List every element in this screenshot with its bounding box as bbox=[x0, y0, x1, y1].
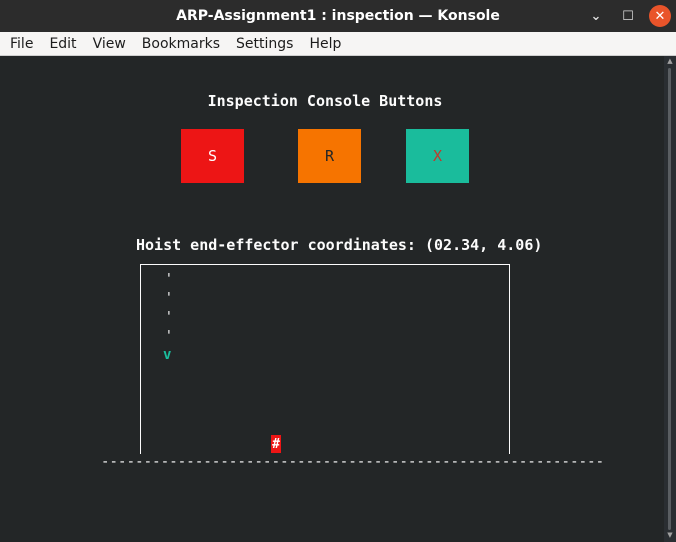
hoist-load: # bbox=[271, 435, 281, 453]
vertical-scrollbar[interactable]: ▲ ▼ bbox=[664, 56, 676, 542]
hoist-workspace: ' ' ' ' v # bbox=[140, 264, 510, 454]
inspection-heading: Inspection Console Buttons bbox=[207, 92, 443, 110]
minimize-button[interactable]: ⌄ bbox=[580, 0, 612, 32]
scroll-down-icon[interactable]: ▼ bbox=[664, 530, 676, 540]
window-controls: ⌄ ☐ ✕ bbox=[580, 0, 676, 32]
stop-button-label: S bbox=[207, 147, 218, 165]
menu-bookmarks[interactable]: Bookmarks bbox=[134, 36, 228, 52]
menu-help[interactable]: Help bbox=[301, 36, 349, 52]
menu-settings[interactable]: Settings bbox=[228, 36, 301, 52]
menu-bar: File Edit View Bookmarks Settings Help bbox=[0, 32, 676, 56]
coordinates-label: Hoist end-effector coordinates: bbox=[136, 236, 425, 254]
scroll-up-icon[interactable]: ▲ bbox=[664, 56, 676, 66]
maximize-icon: ☐ bbox=[622, 8, 634, 24]
reset-button[interactable]: R bbox=[298, 129, 361, 183]
stop-button[interactable]: S bbox=[181, 129, 244, 183]
menu-file[interactable]: File bbox=[2, 36, 41, 52]
maximize-button[interactable]: ☐ bbox=[612, 0, 644, 32]
minimize-icon: ⌄ bbox=[590, 8, 602, 24]
terminal-area[interactable]: Inspection Console Buttons S R X Hoist e… bbox=[0, 56, 664, 542]
rope-segment: ' bbox=[165, 310, 173, 325]
menu-edit[interactable]: Edit bbox=[41, 36, 84, 52]
title-bar: ARP-Assignment1 : inspection — Konsole ⌄… bbox=[0, 0, 676, 32]
reset-button-label: R bbox=[324, 147, 335, 165]
rope-segment: ' bbox=[165, 272, 173, 287]
menu-view[interactable]: View bbox=[85, 36, 134, 52]
rope-segment: ' bbox=[165, 291, 173, 306]
window-title: ARP-Assignment1 : inspection — Konsole bbox=[176, 8, 500, 24]
exit-button[interactable]: X bbox=[406, 129, 469, 183]
exit-button-label: X bbox=[432, 147, 443, 165]
rope-segment: ' bbox=[165, 329, 173, 344]
scrollbar-handle[interactable] bbox=[668, 68, 671, 530]
close-button[interactable]: ✕ bbox=[644, 0, 676, 32]
coordinates-readout: Hoist end-effector coordinates: (02.34, … bbox=[136, 236, 542, 254]
hoist-hook: v bbox=[163, 347, 172, 363]
floor-line: ----------------------------------------… bbox=[101, 454, 605, 470]
close-icon: ✕ bbox=[649, 5, 671, 27]
coordinates-value: (02.34, 4.06) bbox=[424, 236, 543, 254]
